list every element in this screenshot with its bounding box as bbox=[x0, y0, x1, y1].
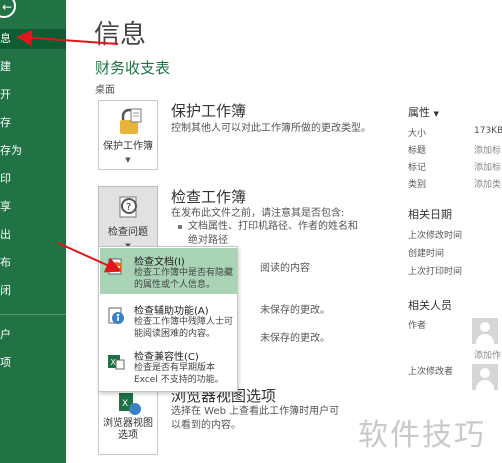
date-label-printed: 上次打印时间 bbox=[408, 267, 463, 277]
lock-icon bbox=[120, 108, 142, 134]
menu-item-check-accessibility[interactable]: 检查辅助功能(A) 检查工作簿中残障人士可能阅读困难的内容。 bbox=[100, 297, 237, 343]
avatar bbox=[472, 364, 498, 390]
menu-item-inspect-document[interactable]: 检查文档(I) 检查工作簿中是否有隐藏的属性或个人信息。 bbox=[100, 248, 237, 294]
inspect-bullet-1: 文档属性、打印机路径、作者的姓名和绝对路径 bbox=[178, 221, 358, 246]
menu-item-title: 检查文档(I) bbox=[134, 257, 185, 268]
chevron-down-icon: ▼ bbox=[125, 156, 131, 164]
document-name: 财务收支表 bbox=[95, 59, 171, 77]
protect-workbook-button-label: 保护工作簿 bbox=[103, 141, 153, 152]
sidebar-item-open[interactable]: 开 bbox=[0, 85, 66, 105]
sidebar-item-options[interactable]: 项 bbox=[0, 353, 66, 373]
add-author-link[interactable]: 添加作 bbox=[474, 348, 501, 361]
prop-value-size: 173KB bbox=[474, 126, 502, 136]
inspect-document-icon bbox=[108, 258, 122, 275]
prop-value-title[interactable]: 添加标 bbox=[474, 143, 501, 156]
browser-view-icon: X bbox=[119, 393, 141, 415]
sidebar-item-account[interactable]: 户 bbox=[0, 325, 66, 345]
menu-item-title: 检查辅助功能(A) bbox=[134, 306, 209, 317]
prop-value-category[interactable]: 添加类 bbox=[474, 177, 501, 190]
prop-label-size: 大小 bbox=[408, 129, 427, 139]
related-people-header: 相关人员 bbox=[408, 299, 452, 312]
date-label-modified: 上次修改时间 bbox=[408, 231, 463, 241]
date-label-created: 创建时间 bbox=[408, 249, 445, 259]
check-issues-menu: 检查文档(I) 检查工作簿中是否有隐藏的属性或个人信息。 检查辅助功能(A) 检… bbox=[98, 246, 238, 392]
sidebar-item-info[interactable]: 息 bbox=[0, 29, 66, 49]
menu-item-desc: 检查是否有早期版本 Excel 不支持的功能。 bbox=[134, 363, 224, 385]
browser-view-options-label: 浏览器视图选项 bbox=[103, 418, 153, 441]
menu-item-desc: 检查工作簿中残障人士可能阅读困难的内容。 bbox=[134, 317, 234, 339]
sidebar-item-save-as[interactable]: 存为 bbox=[0, 141, 66, 161]
prop-value-tags[interactable]: 添加标 bbox=[474, 160, 501, 173]
browser-view-options-button[interactable]: X 浏览器视图选项 bbox=[98, 385, 158, 455]
check-issues-button-label: 检查问题 bbox=[108, 227, 148, 238]
properties-header[interactable]: 属性 ▼ bbox=[408, 104, 439, 120]
sidebar-item-export[interactable]: 出 bbox=[0, 225, 66, 245]
sidebar-item-print[interactable]: 印 bbox=[0, 169, 66, 189]
browser-view-options-desc: 选择在 Web 上查看此工作簿时用户可以看到的内容。 bbox=[171, 406, 340, 431]
prop-label-tags: 标记 bbox=[408, 163, 427, 173]
compatibility-icon: X bbox=[108, 355, 125, 370]
sidebar-item-close[interactable]: 闭 bbox=[0, 281, 66, 301]
sidebar-item-share[interactable]: 享 bbox=[0, 197, 66, 217]
avatar bbox=[472, 318, 498, 344]
inspect-workbook-desc: 在发布此文件之前，请注意其是否包含: bbox=[171, 208, 345, 219]
related-dates-header: 相关日期 bbox=[408, 208, 452, 221]
inspect-workbook-title: 检查工作簿 bbox=[171, 188, 247, 206]
protect-workbook-title: 保护工作簿 bbox=[171, 102, 247, 120]
page-title: 信息 bbox=[94, 20, 147, 50]
menu-item-title: 检查兼容性(C) bbox=[134, 352, 199, 363]
menu-item-desc: 检查工作簿中是否有隐藏的属性或个人信息。 bbox=[134, 268, 234, 290]
chevron-down-icon: ▼ bbox=[433, 110, 439, 118]
protect-workbook-button[interactable]: 保护工作簿 ▼ bbox=[98, 100, 158, 170]
back-arrow-icon: ← bbox=[2, 0, 13, 14]
menu-item-check-compatibility[interactable]: X 检查兼容性(C) 检查是否有早期版本 Excel 不支持的功能。 bbox=[100, 343, 237, 389]
accessibility-icon bbox=[108, 307, 124, 324]
versions-fragment-2: 未保存的更改。 bbox=[260, 333, 330, 344]
sidebar-item-publish[interactable]: 布 bbox=[0, 253, 66, 273]
sidebar-divider bbox=[0, 314, 66, 315]
people-label-last-modified-by: 上次修改者 bbox=[408, 367, 454, 377]
backstage-sidebar: ← 息 建 开 存 存为 印 享 出 布 闭 户 项 bbox=[0, 0, 66, 463]
svg-text:X: X bbox=[122, 399, 128, 409]
protect-workbook-desc: 控制其他人可以对此工作簿所做的更改类型。 bbox=[171, 123, 371, 134]
prop-label-category: 类别 bbox=[408, 180, 427, 190]
check-issues-icon: ? bbox=[119, 196, 137, 218]
sidebar-item-save[interactable]: 存 bbox=[0, 113, 66, 133]
document-path[interactable]: 桌面 bbox=[95, 81, 115, 96]
people-label-author: 作者 bbox=[408, 321, 427, 331]
inspect-bullet-2: 阅读的内容 bbox=[260, 263, 310, 274]
versions-fragment-1: 未保存的更改。 bbox=[260, 305, 330, 316]
svg-text:?: ? bbox=[126, 202, 131, 213]
sidebar-item-new[interactable]: 建 bbox=[0, 57, 66, 77]
watermark: 软件技巧 bbox=[348, 402, 502, 463]
prop-label-title: 标题 bbox=[408, 146, 427, 156]
